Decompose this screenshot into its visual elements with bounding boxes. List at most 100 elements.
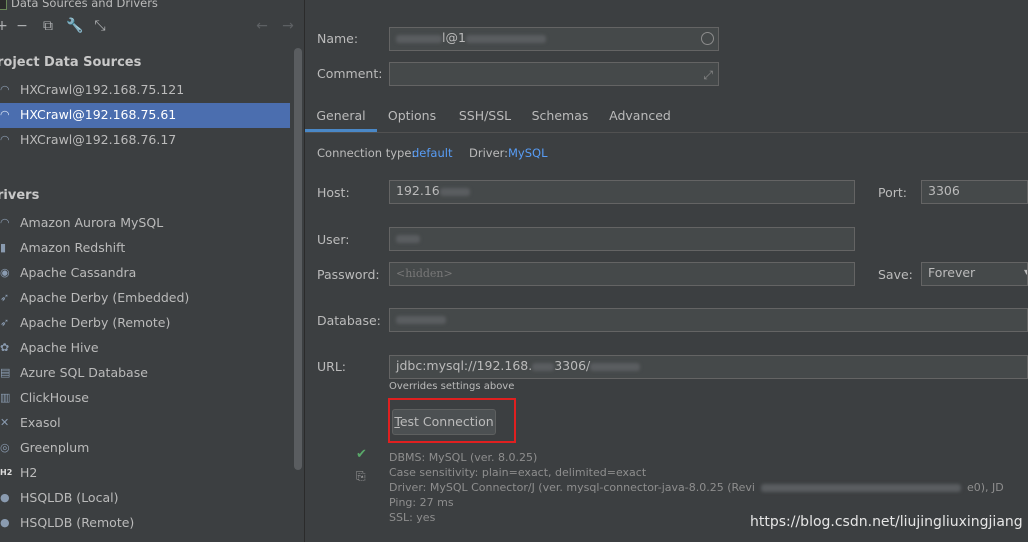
data-source-label: HXCrawl@192.168.76.17: [20, 132, 177, 147]
driver-item[interactable]: ● HSQLDB (Local): [0, 486, 290, 511]
window-title-bar: Data Sources and Drivers: [0, 0, 304, 12]
tab-advanced[interactable]: Advanced: [603, 100, 677, 132]
connection-type-link[interactable]: default: [412, 146, 452, 160]
driver-link[interactable]: MySQL: [508, 146, 548, 160]
url-input[interactable]: jdbc:mysql://192.168. 3306/: [389, 355, 1028, 379]
driver-label: Driver:: [469, 146, 509, 160]
hsqldb-icon: ●: [0, 492, 10, 504]
driver-label: HSQLDB (Local): [20, 490, 119, 505]
driver-item[interactable]: ✿ Apache Hive: [0, 336, 290, 361]
database-input[interactable]: [389, 308, 1028, 332]
password-label: Password:: [317, 267, 380, 282]
driver-item[interactable]: ◠ Amazon Aurora MySQL: [0, 211, 290, 236]
driver-item[interactable]: ➶ Apache Derby (Remote): [0, 311, 290, 336]
test-connection-button[interactable]: Test Connection: [392, 409, 496, 435]
right-panel: Name: l@1 Comment: ⤢ General Options SSH…: [305, 0, 1028, 542]
driver-item[interactable]: H2 H2: [0, 461, 290, 486]
cassandra-icon: ◉: [0, 267, 10, 279]
tab-general[interactable]: General: [305, 100, 377, 132]
expand-icon[interactable]: ⤢: [703, 65, 713, 85]
arrow-left-icon[interactable]: ←: [254, 18, 270, 34]
mysql-icon: ◠: [0, 109, 10, 121]
watermark: https://blog.csdn.net/liujingliuxingjian…: [750, 514, 1023, 530]
chevron-down-icon: ▾: [1024, 263, 1027, 283]
url-label: URL:: [317, 359, 347, 374]
driver-label: Exasol: [20, 415, 61, 430]
user-label: User:: [317, 232, 350, 247]
h2-icon: H2: [0, 468, 12, 477]
redshift-icon: ▮: [0, 242, 7, 254]
redacted-text: [465, 34, 546, 43]
driver-label: Apache Derby (Remote): [20, 315, 171, 330]
minus-icon[interactable]: −: [14, 18, 30, 34]
save-value: Forever: [928, 265, 976, 280]
connection-type-label: Connection type:: [317, 146, 416, 160]
driver-item[interactable]: ● HSQLDB (Remote): [0, 511, 290, 536]
app-icon: [0, 0, 7, 10]
result-driver: Driver: MySQL Connector/J (ver. mysql-co…: [389, 481, 1004, 494]
data-source-label: HXCrawl@192.168.75.61: [20, 107, 177, 122]
redacted-text: [590, 362, 641, 371]
hsqldb-icon: ●: [0, 517, 10, 529]
driver-label: H2: [20, 465, 38, 480]
color-picker-icon[interactable]: [701, 32, 714, 45]
driver-label: Apache Cassandra: [20, 265, 137, 280]
user-input[interactable]: [389, 227, 855, 251]
driver-item[interactable]: ➶ Apache Derby (Embedded): [0, 286, 290, 311]
driver-label: Amazon Redshift: [20, 240, 126, 255]
result-driver-text: e0), JD: [967, 481, 1004, 494]
left-panel: + − ⧉ 🔧 ⤡ ← → roject Data Sources ◠ HXCr…: [0, 12, 304, 542]
project-data-sources-header: roject Data Sources: [0, 55, 142, 70]
button-label: est Connection: [399, 414, 494, 429]
sidebar-scrollbar[interactable]: [294, 48, 302, 470]
redacted-text: [532, 362, 555, 371]
duplicate-icon[interactable]: ⧉: [40, 18, 56, 34]
plus-icon[interactable]: +: [0, 18, 10, 34]
drivers-header: rivers: [0, 188, 40, 203]
derby-icon: ➶: [0, 292, 10, 304]
driver-label: Apache Derby (Embedded): [20, 290, 190, 305]
save-select[interactable]: Forever ▾: [921, 262, 1028, 286]
import-icon[interactable]: ⤡: [92, 18, 108, 34]
name-input[interactable]: l@1: [389, 27, 719, 51]
data-source-item[interactable]: ◠ HXCrawl@192.168.75.121: [0, 78, 290, 103]
exasol-icon: ✕: [0, 417, 10, 429]
comment-input[interactable]: ⤢: [389, 62, 719, 86]
data-source-item[interactable]: ◠ HXCrawl@192.168.76.17: [0, 128, 290, 153]
result-dbms: DBMS: MySQL (ver. 8.0.25): [389, 451, 538, 464]
host-value: 192.16: [396, 183, 440, 198]
comment-label: Comment:: [317, 66, 383, 81]
data-source-item-selected[interactable]: ◠ HXCrawl@192.168.75.61: [0, 103, 290, 128]
port-value: 3306: [928, 183, 960, 198]
driver-item[interactable]: ◎ Greenplum: [0, 436, 290, 461]
sidebar-toolbar: + − ⧉ 🔧 ⤡ ← →: [0, 12, 304, 40]
driver-item[interactable]: ▮ Amazon Redshift: [0, 236, 290, 261]
aurora-icon: ◠: [0, 217, 10, 229]
port-label: Port:: [878, 185, 907, 200]
check-icon: ✔: [356, 447, 367, 462]
tab-ssh-ssl[interactable]: SSH/SSL: [453, 100, 517, 132]
window-title: Data Sources and Drivers: [11, 0, 158, 10]
host-input[interactable]: 192.16: [389, 180, 855, 204]
redacted-text: [396, 34, 442, 43]
tabs-separator: [305, 132, 1028, 133]
name-value: l@1: [442, 30, 466, 45]
tab-options[interactable]: Options: [381, 100, 443, 132]
port-input[interactable]: 3306: [921, 180, 1028, 204]
tab-schemas[interactable]: Schemas: [527, 100, 593, 132]
save-label: Save:: [878, 267, 913, 282]
driver-label: Apache Hive: [20, 340, 99, 355]
driver-label: HSQLDB (Remote): [20, 515, 135, 530]
database-label: Database:: [317, 313, 381, 328]
wrench-icon[interactable]: 🔧: [66, 18, 83, 34]
driver-item[interactable]: ▥ ClickHouse: [0, 386, 290, 411]
driver-item[interactable]: ◉ Apache Cassandra: [0, 261, 290, 286]
driver-item[interactable]: ✕ Exasol: [0, 411, 290, 436]
mysql-icon: ◠: [0, 134, 10, 146]
result-driver-text: Driver: MySQL Connector/J (ver. mysql-co…: [389, 481, 755, 494]
arrow-right-icon[interactable]: →: [280, 18, 296, 34]
password-input[interactable]: <hidden>: [389, 262, 855, 286]
copy-icon[interactable]: ⎘: [356, 469, 366, 484]
driver-item[interactable]: ▤ Azure SQL Database: [0, 361, 290, 386]
result-ping: Ping: 27 ms: [389, 496, 454, 509]
